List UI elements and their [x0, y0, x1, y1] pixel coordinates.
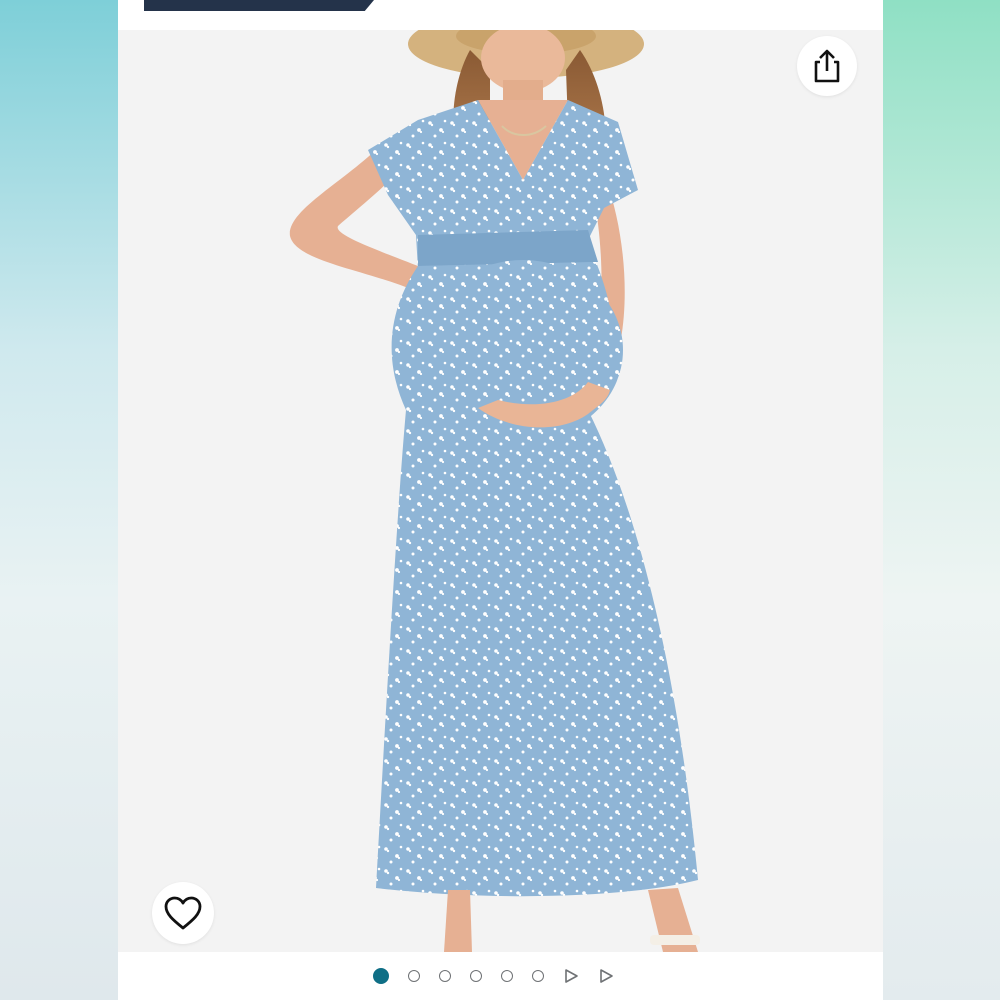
page-dot[interactable]	[532, 970, 544, 982]
backdrop-right	[882, 0, 1000, 1000]
page-dot[interactable]	[470, 970, 482, 982]
top-strip	[118, 0, 883, 30]
page-dot-active[interactable]	[373, 968, 389, 984]
page-dot[interactable]	[439, 970, 451, 982]
page-dot[interactable]	[501, 970, 513, 982]
backdrop-left	[0, 0, 118, 1000]
brand-tag[interactable]	[144, 0, 374, 11]
product-image-gallery[interactable]	[118, 30, 883, 952]
heart-icon	[164, 896, 202, 930]
play-icon[interactable]	[563, 968, 579, 984]
image-pagination	[118, 952, 883, 1000]
share-icon	[814, 49, 840, 83]
share-button[interactable]	[797, 36, 857, 96]
product-photo[interactable]	[118, 30, 883, 952]
play-icon[interactable]	[598, 968, 614, 984]
page-dot[interactable]	[408, 970, 420, 982]
product-page	[118, 0, 883, 1000]
favorite-button[interactable]	[152, 882, 214, 944]
